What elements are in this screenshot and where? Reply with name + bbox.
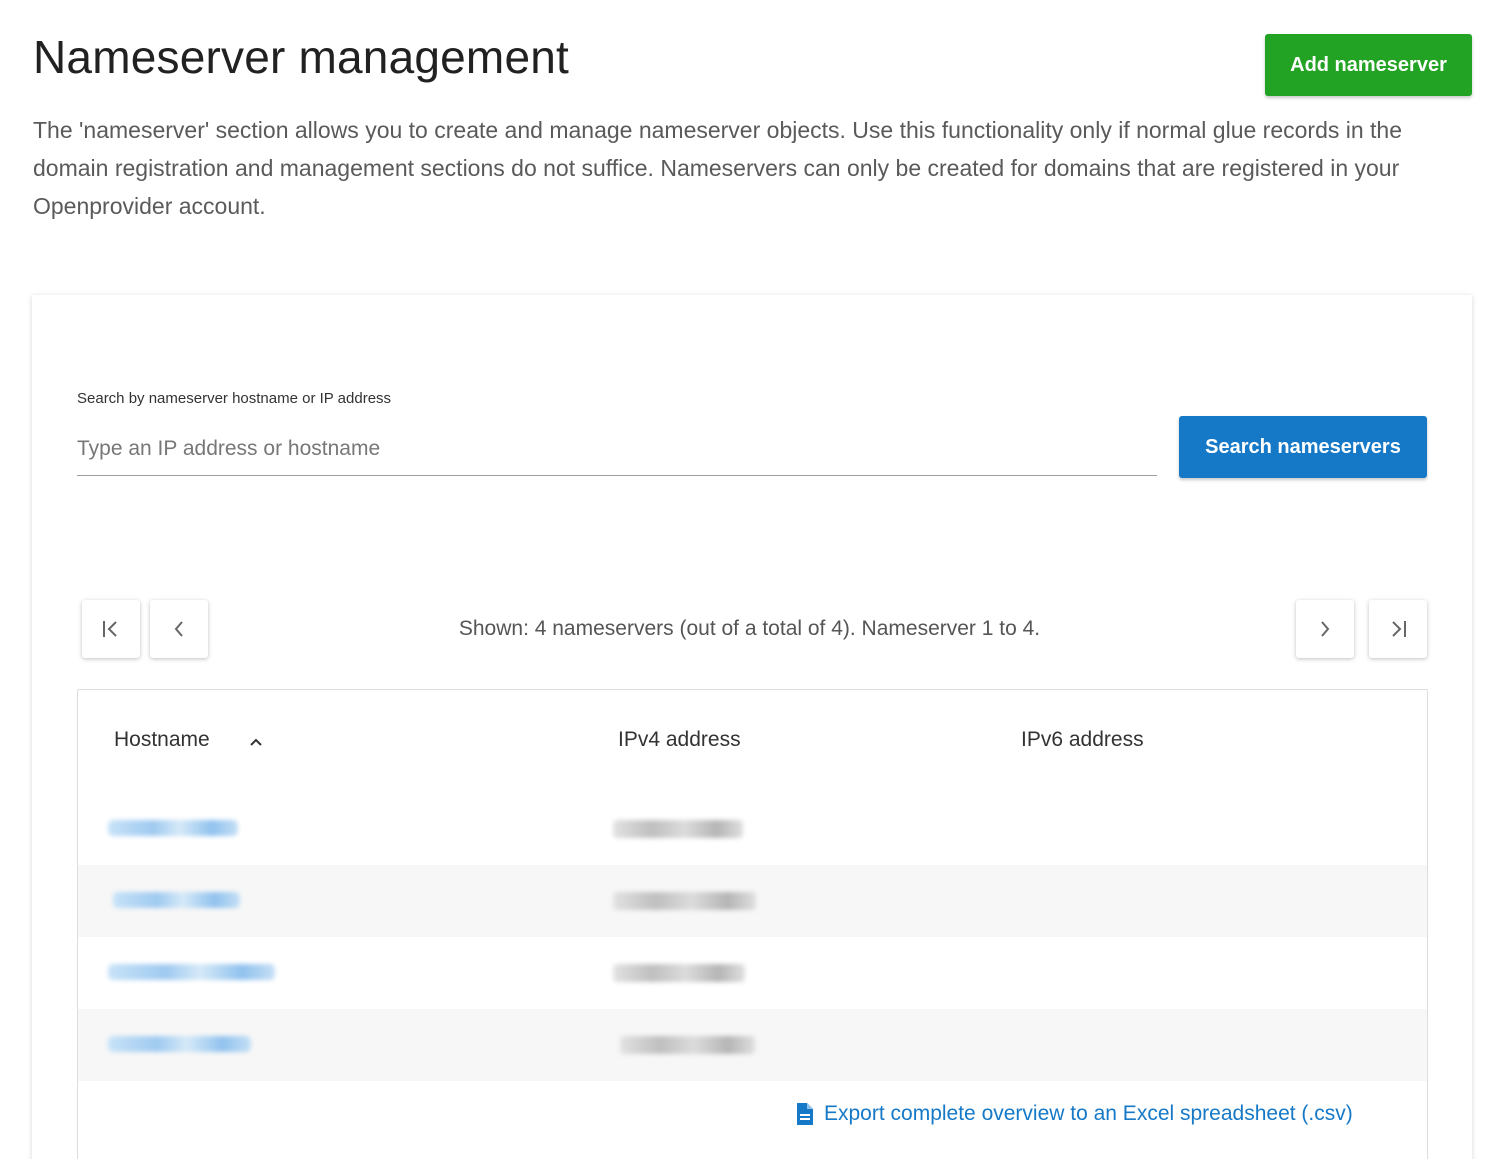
nameserver-table: Hostname IPv4 address IPv6 address Expor…	[77, 689, 1428, 1159]
ipv4-value	[613, 964, 745, 982]
ipv4-value	[620, 1036, 755, 1054]
hostname-link[interactable]	[113, 892, 240, 908]
first-page-button[interactable]	[82, 600, 140, 658]
next-page-button[interactable]	[1296, 600, 1354, 658]
hostname-link[interactable]	[108, 964, 275, 980]
search-nameservers-button[interactable]: Search nameservers	[1179, 416, 1427, 478]
ipv4-value	[613, 892, 756, 910]
last-page-button[interactable]	[1369, 600, 1427, 658]
column-header-ipv4: IPv4 address	[618, 728, 741, 751]
table-row	[78, 793, 1427, 865]
search-input[interactable]	[77, 423, 1157, 476]
sort-ascending-icon[interactable]	[246, 732, 266, 752]
document-icon	[797, 1103, 813, 1125]
table-row	[78, 937, 1427, 1009]
pagination-summary: Shown: 4 nameservers (out of a total of …	[458, 617, 1041, 640]
last-page-icon	[1392, 621, 1406, 637]
column-header-ipv6: IPv6 address	[1021, 728, 1144, 751]
export-csv-label: Export complete overview to an Excel spr…	[824, 1102, 1353, 1125]
nameserver-card: Search by nameserver hostname or IP addr…	[32, 295, 1472, 1159]
page-title: Nameserver management	[33, 31, 569, 83]
table-row	[78, 865, 1427, 937]
nameserver-page: Nameserver management Add nameserver The…	[0, 0, 1488, 1159]
first-page-icon	[103, 621, 117, 637]
export-csv-link[interactable]: Export complete overview to an Excel spr…	[795, 1102, 1353, 1126]
hostname-link[interactable]	[108, 1036, 251, 1052]
ipv4-value	[613, 820, 743, 838]
page-description: The 'nameserver' section allows you to c…	[33, 117, 1403, 219]
add-nameserver-button[interactable]: Add nameserver	[1265, 34, 1472, 96]
search-label: Search by nameserver hostname or IP addr…	[77, 390, 392, 407]
column-header-hostname[interactable]: Hostname	[114, 728, 210, 752]
table-row	[78, 1009, 1427, 1081]
previous-page-button[interactable]	[150, 600, 208, 658]
previous-page-icon	[174, 621, 183, 637]
hostname-link[interactable]	[108, 820, 238, 836]
next-page-icon	[1321, 621, 1330, 637]
